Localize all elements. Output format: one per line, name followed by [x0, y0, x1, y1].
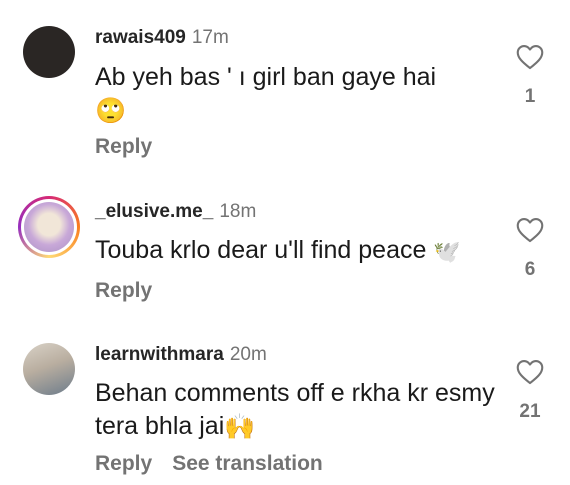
like-count: 21 [519, 401, 541, 422]
heart-icon[interactable] [516, 217, 544, 243]
heart-icon[interactable] [516, 44, 544, 70]
avatar[interactable] [18, 196, 80, 258]
reply-button[interactable]: Reply [95, 135, 152, 158]
like-control: 21 [513, 359, 547, 423]
comment-text: Behan comments off e rkha kr esmy tera b… [95, 377, 515, 444]
username[interactable]: _elusive.me_ [95, 201, 213, 222]
dove-emoji: 🕊️ [433, 238, 461, 264]
timestamp: 20m [229, 344, 267, 365]
comment-body: Ab yeh bas ' ı girl ban gaye hai [95, 63, 437, 91]
like-control: 1 [513, 44, 547, 108]
like-control: 6 [513, 217, 547, 281]
raised-hands-emoji: 🙌 [224, 412, 256, 441]
timestamp: 17m [191, 27, 229, 48]
reply-button[interactable]: Reply [95, 279, 152, 302]
comment-meta: rawais409 17m [95, 26, 229, 50]
comment-text: Ab yeh bas ' ı girl ban gaye hai 🙄 [95, 61, 515, 128]
comment-actions: Reply [95, 135, 172, 159]
avatar-image [24, 202, 74, 252]
like-count: 6 [524, 259, 536, 280]
avatar[interactable] [23, 26, 75, 78]
comment-text: Touba krlo dear u'll find peace 🕊️ [95, 234, 515, 268]
heart-icon[interactable] [516, 359, 544, 385]
reply-button[interactable]: Reply [95, 452, 152, 475]
comment-meta: learnwithmara 20m [95, 343, 267, 367]
comment-actions: Reply [95, 279, 172, 303]
comment-actions: Reply See translation [95, 452, 343, 476]
username[interactable]: rawais409 [95, 27, 186, 48]
avatar[interactable] [23, 343, 75, 395]
timestamp: 18m [219, 201, 257, 222]
story-ring [21, 199, 77, 255]
like-count: 1 [524, 86, 536, 107]
eye-roll-emoji: 🙄 [95, 96, 127, 125]
comment-meta: _elusive.me_ 18m [95, 200, 256, 224]
comment-body: Touba krlo dear u'll find peace [95, 236, 427, 264]
username[interactable]: learnwithmara [95, 344, 224, 365]
comment-body: Behan comments off e rkha kr esmy tera b… [95, 379, 495, 440]
see-translation-button[interactable]: See translation [172, 452, 323, 475]
